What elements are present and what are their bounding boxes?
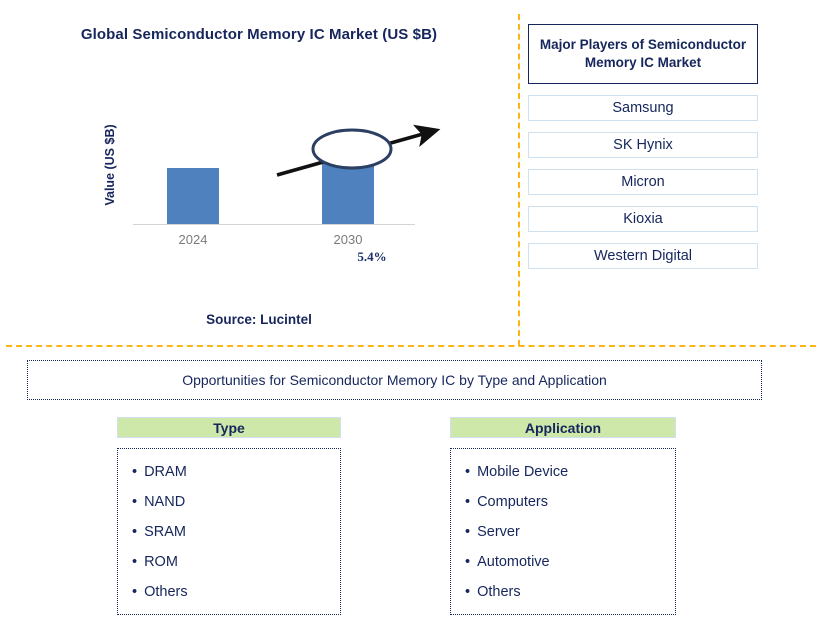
x-axis-line <box>133 224 415 225</box>
player-label: Kioxia <box>623 211 663 227</box>
player-label: Micron <box>621 174 665 190</box>
list-item: Automotive <box>465 547 675 577</box>
bar-chart-plot-area: Value (US $B) 2024 2030 5.4% <box>103 110 441 264</box>
player-label: Samsung <box>612 100 674 116</box>
chart-title: Global Semiconductor Memory IC Market (U… <box>80 26 438 43</box>
list-item: DRAM <box>132 457 340 487</box>
player-item-sk-hynix[interactable]: SK Hynix <box>528 132 758 158</box>
player-item-micron[interactable]: Micron <box>528 169 758 195</box>
horizontal-divider <box>6 345 816 347</box>
list-item: Others <box>465 577 675 607</box>
application-list: Mobile Device Computers Server Automotiv… <box>450 448 676 615</box>
player-label: Western Digital <box>593 248 693 264</box>
x-tick-label-2030: 2030 <box>333 232 363 247</box>
type-column-header-label: Type <box>213 419 245 436</box>
list-item: NAND <box>132 487 340 517</box>
player-label: SK Hynix <box>613 137 673 153</box>
player-item-kioxia[interactable]: Kioxia <box>528 206 758 232</box>
cagr-growth-arrow-icon <box>276 124 441 177</box>
application-column-header-label: Application <box>524 419 602 436</box>
list-item: Computers <box>465 487 675 517</box>
y-axis-label: Value (US $B) <box>103 124 117 206</box>
list-item: Others <box>132 577 340 607</box>
list-item: ROM <box>132 547 340 577</box>
major-players-header: Major Players of Semiconductor Memory IC… <box>528 24 758 84</box>
bar-2024 <box>167 168 219 224</box>
application-column-header: Application <box>450 417 676 438</box>
list-item: Mobile Device <box>465 457 675 487</box>
type-list: DRAM NAND SRAM ROM Others <box>117 448 341 615</box>
market-chart-panel: Global Semiconductor Memory IC Market (U… <box>0 0 518 345</box>
type-column-header: Type <box>117 417 341 438</box>
vertical-divider <box>518 14 520 346</box>
source-label: Source: Lucintel <box>206 312 312 327</box>
list-item: SRAM <box>132 517 340 547</box>
cagr-value-label: 5.4% <box>357 249 387 264</box>
major-players-panel: Major Players of Semiconductor Memory IC… <box>528 24 758 269</box>
player-item-western-digital[interactable]: Western Digital <box>528 243 758 269</box>
opportunities-title: Opportunities for Semiconductor Memory I… <box>182 372 607 388</box>
list-item: Server <box>465 517 675 547</box>
player-item-samsung[interactable]: Samsung <box>528 95 758 121</box>
x-tick-label-2024: 2024 <box>178 232 208 247</box>
opportunities-banner: Opportunities for Semiconductor Memory I… <box>27 360 762 400</box>
